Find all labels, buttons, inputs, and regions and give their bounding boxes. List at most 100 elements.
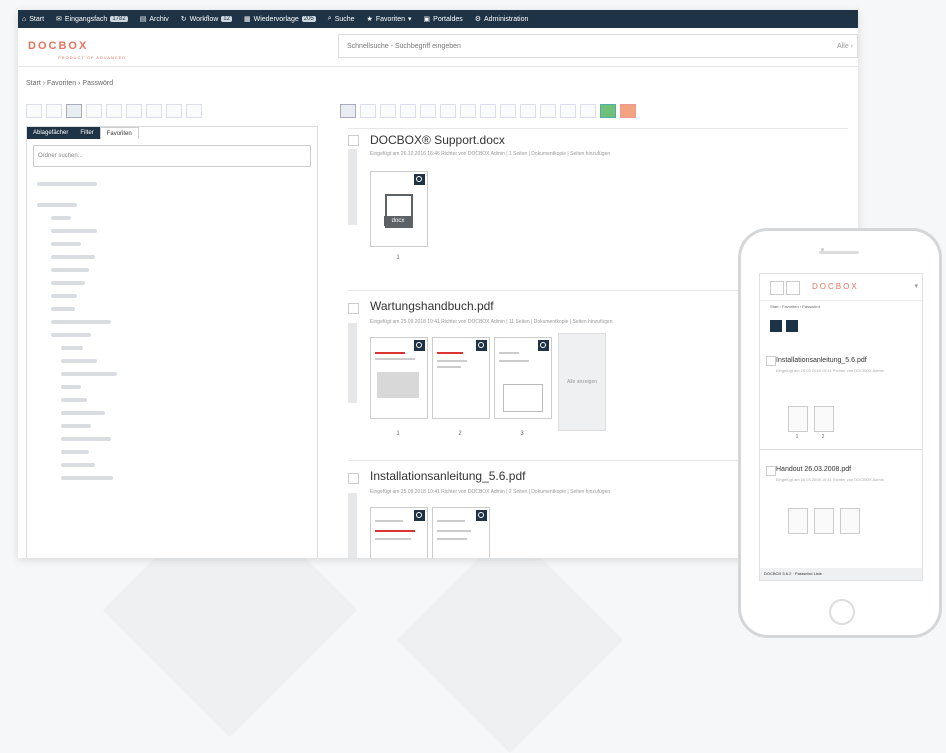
tree-item[interactable] bbox=[37, 237, 307, 250]
document-title[interactable]: Wartungshandbuch.pdf bbox=[370, 299, 494, 313]
toolbar-button[interactable] bbox=[500, 104, 516, 118]
toolbar-button[interactable] bbox=[520, 104, 536, 118]
zoom-icon[interactable] bbox=[538, 340, 549, 351]
toolbar-button[interactable] bbox=[360, 104, 376, 118]
toolbar-button[interactable] bbox=[460, 104, 476, 118]
tree-item[interactable] bbox=[37, 224, 307, 237]
page-thumbnail[interactable] bbox=[840, 508, 860, 534]
tree-item[interactable] bbox=[37, 198, 307, 211]
mobile-action-button[interactable] bbox=[786, 320, 798, 332]
nav-item-resubmission[interactable]: ▦ Wiedervorlage 205 bbox=[244, 15, 316, 23]
toolbar-button[interactable] bbox=[186, 104, 202, 118]
tree-item[interactable] bbox=[37, 354, 307, 367]
toolbar-button[interactable] bbox=[440, 104, 456, 118]
tree-item[interactable] bbox=[37, 445, 307, 458]
toolbar-button[interactable] bbox=[580, 104, 596, 118]
zoom-icon[interactable] bbox=[476, 340, 487, 351]
page-thumbnail[interactable] bbox=[370, 507, 428, 558]
select-checkbox[interactable] bbox=[348, 303, 359, 314]
page-thumbnail[interactable]: docx bbox=[370, 171, 428, 247]
tree-item[interactable] bbox=[37, 432, 307, 445]
document-meta: Eingefügt am 25.09.2018 10:41 Richter vo… bbox=[370, 319, 613, 325]
home-button[interactable] bbox=[829, 599, 855, 625]
toolbar-button[interactable] bbox=[400, 104, 416, 118]
folder-panel: Ablagefächer Filter Favoriten Ordner suc… bbox=[26, 126, 318, 558]
zoom-icon[interactable] bbox=[476, 510, 487, 521]
tree-item[interactable] bbox=[37, 393, 307, 406]
select-checkbox[interactable] bbox=[348, 135, 359, 146]
nav-item-workflow[interactable]: ↻ Workflow 12 bbox=[181, 15, 232, 23]
toolbar-button[interactable] bbox=[380, 104, 396, 118]
tree-item[interactable] bbox=[37, 380, 307, 393]
toolbar-button[interactable] bbox=[560, 104, 576, 118]
nav-item-archive[interactable]: ▤ Archiv bbox=[140, 15, 169, 24]
toolbar-button[interactable] bbox=[480, 104, 496, 118]
toolbar-button[interactable] bbox=[146, 104, 162, 118]
nav-item-inbox[interactable]: ✉ Eingangsfach 1782 bbox=[56, 15, 128, 23]
tree-item[interactable] bbox=[37, 406, 307, 419]
nav-item-favorites[interactable]: ★ Favoriten ▾ bbox=[367, 15, 412, 24]
tree-item[interactable] bbox=[37, 471, 307, 484]
toolbar-button[interactable] bbox=[106, 104, 122, 118]
tree-item[interactable] bbox=[37, 367, 307, 380]
toolbar-button[interactable] bbox=[340, 104, 356, 118]
mobile-document-title[interactable]: Handout 26.03.2008.pdf bbox=[776, 466, 851, 473]
tree-item[interactable] bbox=[37, 458, 307, 471]
tree-item[interactable] bbox=[37, 315, 307, 328]
tree-item[interactable] bbox=[37, 419, 307, 432]
page-thumbnail[interactable] bbox=[814, 508, 834, 534]
nav-item-portal[interactable]: ▣ Portaldes bbox=[424, 15, 463, 24]
search-scope-button[interactable]: Alle › bbox=[837, 35, 853, 59]
document-title[interactable]: Installationsanleitung_5.6.pdf bbox=[370, 469, 525, 483]
select-checkbox[interactable] bbox=[348, 473, 359, 484]
page-thumbnail[interactable] bbox=[370, 337, 428, 419]
search-icon[interactable] bbox=[786, 281, 800, 295]
select-checkbox[interactable] bbox=[766, 466, 776, 476]
tree-item[interactable] bbox=[37, 263, 307, 276]
tree-item[interactable] bbox=[37, 289, 307, 302]
quick-search-input[interactable]: Schnellsuche - Suchbegriff eingeben Alle… bbox=[338, 34, 858, 58]
page-thumbnail[interactable] bbox=[788, 406, 808, 432]
speaker-grille bbox=[819, 251, 859, 254]
toolbar-button[interactable] bbox=[420, 104, 436, 118]
tab-favorites[interactable]: Favoriten bbox=[99, 127, 139, 139]
tab-filter[interactable]: Filter bbox=[74, 127, 100, 139]
nav-item-start[interactable]: ⌂ Start bbox=[22, 16, 44, 23]
zoom-icon[interactable] bbox=[414, 510, 425, 521]
nav-item-administration[interactable]: ⚙ Administration bbox=[475, 15, 529, 24]
select-checkbox[interactable] bbox=[766, 356, 776, 366]
page-thumbnail[interactable] bbox=[432, 507, 490, 558]
background-shape bbox=[396, 526, 624, 753]
document-title[interactable]: DOCBOX® Support.docx bbox=[370, 133, 505, 147]
toolbar-button[interactable] bbox=[46, 104, 62, 118]
grid-view-button[interactable] bbox=[600, 104, 616, 118]
tree-item[interactable] bbox=[37, 250, 307, 263]
tree-item[interactable] bbox=[37, 177, 307, 190]
tree-item[interactable] bbox=[37, 302, 307, 315]
tree-item[interactable] bbox=[37, 328, 307, 341]
chevron-down-icon[interactable]: ▾ bbox=[914, 282, 918, 290]
tree-item[interactable] bbox=[37, 211, 307, 224]
page-thumbnail[interactable] bbox=[432, 337, 490, 419]
tab-folders[interactable]: Ablagefächer bbox=[27, 127, 75, 139]
toolbar-button[interactable] bbox=[86, 104, 102, 118]
tree-item[interactable] bbox=[37, 276, 307, 289]
toolbar-button[interactable] bbox=[166, 104, 182, 118]
zoom-icon[interactable] bbox=[414, 340, 425, 351]
toolbar-button[interactable] bbox=[540, 104, 556, 118]
toolbar-button[interactable] bbox=[26, 104, 42, 118]
page-thumbnail[interactable] bbox=[788, 508, 808, 534]
folder-search-input[interactable]: Ordner suchen... bbox=[33, 145, 311, 167]
menu-icon[interactable] bbox=[770, 281, 784, 295]
page-thumbnail[interactable] bbox=[814, 406, 834, 432]
mobile-document-title[interactable]: Installationsanleitung_5.6.pdf bbox=[776, 357, 867, 364]
zoom-icon[interactable] bbox=[414, 174, 425, 185]
nav-item-search[interactable]: ⌕ Suche bbox=[328, 15, 355, 23]
tree-item[interactable] bbox=[37, 341, 307, 354]
mobile-action-button[interactable] bbox=[770, 320, 782, 332]
toolbar-button[interactable] bbox=[66, 104, 82, 118]
toolbar-button[interactable] bbox=[126, 104, 142, 118]
show-all-pages-button[interactable]: Alle anzeigen bbox=[558, 333, 606, 431]
list-view-button[interactable] bbox=[620, 104, 636, 118]
page-thumbnail[interactable] bbox=[494, 337, 552, 419]
